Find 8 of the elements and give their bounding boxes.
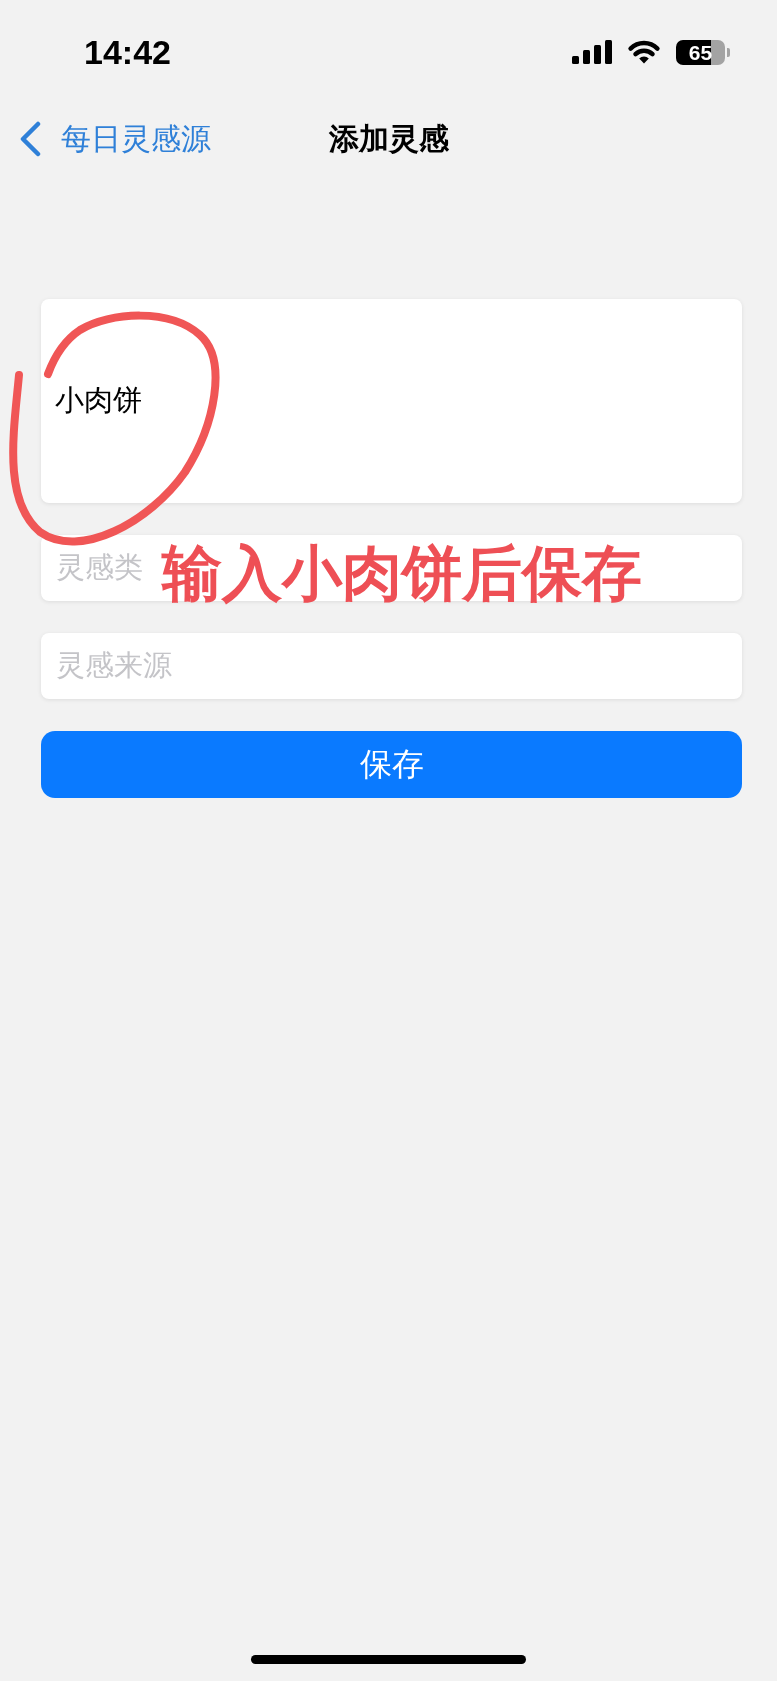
signal-icon — [572, 40, 612, 64]
back-button[interactable]: 每日灵感源 — [0, 118, 211, 160]
nav-title: 添加灵感 — [328, 119, 449, 158]
text-area[interactable]: 小肉饼 — [41, 299, 742, 503]
save-button[interactable]: 保存 — [41, 731, 742, 798]
wifi-icon — [627, 40, 661, 64]
status-time: 14:42 — [84, 32, 171, 72]
back-chevron-icon — [19, 121, 41, 157]
